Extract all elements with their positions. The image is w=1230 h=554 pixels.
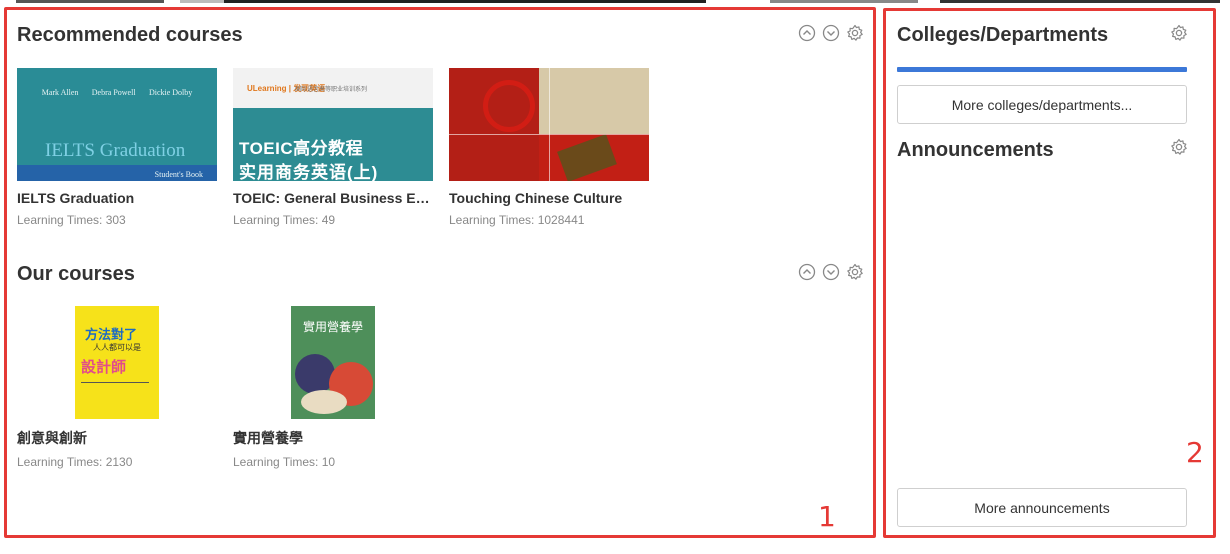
cover-title-line2: 人人都可以是 <box>93 343 141 352</box>
expand-down-icon[interactable] <box>822 263 840 281</box>
course-card-ielts[interactable]: Mark Allen Debra Powell Dickie Dolby IEL… <box>17 68 217 227</box>
course-thumbnail[interactable]: 方法對了 人人都可以是 設計師 <box>17 306 217 419</box>
course-card-toeic[interactable]: ULearning | 发现英语 国际语言高等职业培训系列 TOEIC高分教程 … <box>233 68 433 227</box>
cover-authors: Mark Allen Debra Powell Dickie Dolby <box>17 88 217 97</box>
recommended-controls <box>798 24 864 42</box>
cover-title-line3: 設計師 <box>81 359 127 376</box>
cover-title-line1: 方法對了 <box>85 327 138 342</box>
cover-title: 實用營養學 <box>303 320 364 334</box>
expand-down-icon[interactable] <box>822 24 840 42</box>
course-learning-times: Learning Times: 1028441 <box>449 213 585 227</box>
frame-label-2: 2 <box>1186 436 1204 469</box>
cover-author: Mark Allen <box>41 88 79 97</box>
cover-subtitle: Student's Book <box>154 170 203 179</box>
cover-shape <box>539 68 649 134</box>
course-name[interactable]: 創意與創新 <box>17 428 217 448</box>
our-courses-title: Our courses <box>17 263 135 285</box>
gear-icon[interactable] <box>846 24 864 42</box>
colleges-departments-title: Colleges/Departments <box>897 24 1109 46</box>
course-thumbnail[interactable]: Mark Allen Debra Powell Dickie Dolby IEL… <box>17 68 217 181</box>
frame-label-1: 1 <box>818 500 836 533</box>
course-learning-times: Learning Times: 303 <box>17 213 126 227</box>
book-cover: 方法對了 人人都可以是 設計師 <box>75 306 159 419</box>
course-card-chinese-culture[interactable]: Touching Chinese Culture Learning Times:… <box>449 68 649 227</box>
course-thumbnail[interactable]: 實用營養學 <box>233 306 433 419</box>
cover-title-line2: 实用商务英语(上) <box>239 163 379 181</box>
course-learning-times: Learning Times: 49 <box>233 213 336 227</box>
gear-icon[interactable] <box>846 263 864 281</box>
book-cover: 實用營養學 <box>291 306 375 419</box>
cover-title: IELTS Graduation <box>45 140 186 161</box>
course-name[interactable]: Touching Chinese Culture <box>449 190 649 206</box>
course-learning-times: Learning Times: 2130 <box>17 455 133 469</box>
course-thumbnail[interactable] <box>449 68 649 181</box>
cover-grid-line <box>449 134 649 135</box>
more-colleges-button[interactable]: More colleges/departments... <box>897 85 1187 124</box>
course-name[interactable]: IELTS Graduation <box>17 190 217 206</box>
course-name[interactable]: 實用營養學 <box>233 428 433 448</box>
announcements-title: Announcements <box>897 139 1054 161</box>
more-announcements-button[interactable]: More announcements <box>897 488 1187 527</box>
recommended-courses-title: Recommended courses <box>17 24 243 46</box>
chinese-knot-shape <box>483 80 535 132</box>
gear-icon[interactable] <box>1170 24 1188 42</box>
cover-author: Dickie Dolby <box>148 88 193 97</box>
course-thumbnail[interactable]: ULearning | 发现英语 国际语言高等职业培训系列 TOEIC高分教程 … <box>233 68 433 181</box>
cover-text-lines <box>81 382 149 410</box>
course-card-creativity[interactable]: 方法對了 人人都可以是 設計師 創意與創新 Learning Times: 21… <box>17 306 217 469</box>
colleges-accent-bar <box>897 67 1187 72</box>
gear-icon[interactable] <box>1170 138 1188 156</box>
cover-author: Debra Powell <box>91 88 136 97</box>
course-learning-times: Learning Times: 10 <box>233 455 336 469</box>
course-name[interactable]: TOEIC: General Business English <box>233 190 433 206</box>
our-courses-controls <box>798 263 864 281</box>
cover-food-shape <box>301 390 347 414</box>
collapse-up-icon[interactable] <box>798 263 816 281</box>
top-banner-strip <box>0 0 1230 3</box>
course-card-nutrition[interactable]: 實用營養學 實用營養學 Learning Times: 10 <box>233 306 433 469</box>
collapse-up-icon[interactable] <box>798 24 816 42</box>
cover-grid-line <box>549 68 550 181</box>
cover-title-line1: TOEIC高分教程 <box>239 139 364 158</box>
cover-series: 国际语言高等职业培训系列 <box>295 87 368 93</box>
